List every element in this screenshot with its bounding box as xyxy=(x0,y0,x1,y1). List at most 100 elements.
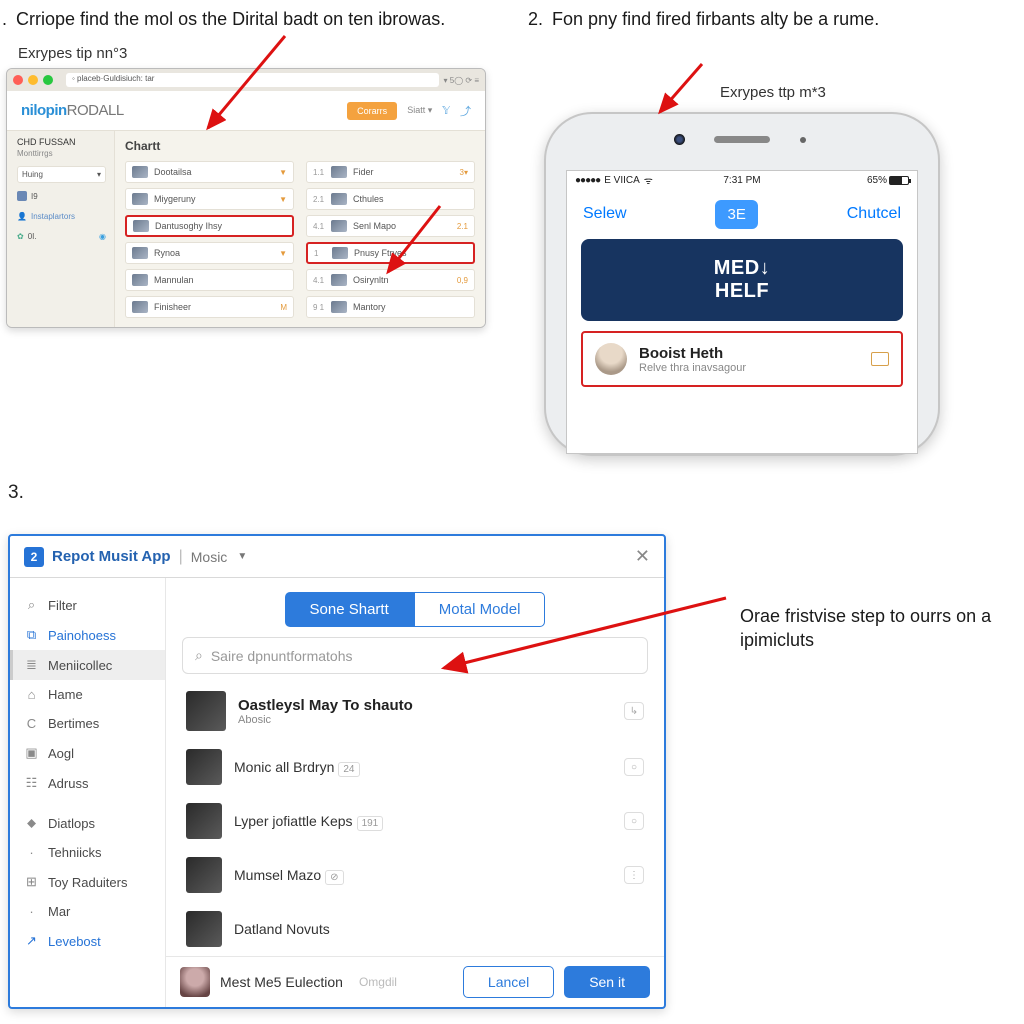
cell-value: 2.1 xyxy=(457,222,468,231)
result-action-icon[interactable]: ○ xyxy=(624,812,644,830)
sidebar-item-icon: ⧉ xyxy=(24,627,39,643)
nav-title-badge[interactable]: 3E xyxy=(715,200,757,229)
thumb-icon xyxy=(331,193,347,205)
cell-label: Senl Mapo xyxy=(353,221,396,231)
nav-bar: Selew 3E Chutcel xyxy=(567,193,917,235)
result-row[interactable]: Oastleysl May To shautoAbosic↳ xyxy=(172,682,658,740)
result-row[interactable]: Mumsel Mazo⊘⋮ xyxy=(172,848,658,902)
sidebar-item[interactable]: ⧉Painohoess xyxy=(10,620,165,650)
result-action-icon[interactable]: ↳ xyxy=(624,702,644,720)
cell-index: 9 1 xyxy=(313,303,325,312)
account-dropdown[interactable]: Siatt ▾ xyxy=(407,105,432,116)
dropdown-icon[interactable]: ▼ xyxy=(237,551,247,562)
sidebar-item[interactable]: 👤Instaplartors xyxy=(17,209,106,224)
nav-back-button[interactable]: Selew xyxy=(583,205,627,223)
result-thumb-icon xyxy=(186,691,226,731)
browser-titlebar: ◦ placeb·Guldisiuch: tar ▾ 5◯ ⟳ ≡ xyxy=(7,69,485,91)
sidebar-item[interactable]: ⌂Hame xyxy=(10,680,165,709)
window-min-icon[interactable] xyxy=(28,75,38,85)
result-row[interactable]: Monic all Brdryn24○ xyxy=(172,740,658,794)
window-max-icon[interactable] xyxy=(43,75,53,85)
close-icon[interactable]: ✕ xyxy=(635,546,650,567)
chart-cell[interactable]: Miygeruny▼ xyxy=(125,188,294,210)
chart-cell[interactable]: Mannulan xyxy=(125,269,294,291)
cell-label: Cthules xyxy=(353,194,384,204)
tab-active[interactable]: Sone Shartt xyxy=(285,592,414,627)
phone-frame: ●●●●● E VIICA ᯤ 7:31 PM 65% Selew 3E Chu… xyxy=(544,112,940,456)
thumb-icon xyxy=(331,274,347,286)
sidebar-item-icon: · xyxy=(24,845,39,860)
chart-cell[interactable]: 2.1Cthules xyxy=(306,188,475,210)
thumb-icon xyxy=(332,247,348,259)
sidebar-item[interactable]: ✿0I.◉ xyxy=(17,229,106,244)
thumb-icon xyxy=(331,220,347,232)
chart-cell[interactable]: Rynoa▼ xyxy=(125,242,294,264)
toolbar-right[interactable]: ▾ 5◯ ⟳ ≡ xyxy=(444,76,479,85)
search-input[interactable]: ⌕ Saire dpnuntformatohs xyxy=(182,637,648,674)
tab-inactive[interactable]: Motal Model xyxy=(414,592,546,627)
result-pill: ⊘ xyxy=(325,870,343,885)
thumb-icon xyxy=(133,220,149,232)
sidebar-item[interactable]: ⊞Toy Raduiters xyxy=(10,867,165,897)
sidebar-item[interactable]: CBertimes xyxy=(10,709,165,738)
send-button[interactable]: Sen it xyxy=(564,966,650,998)
thumb-icon xyxy=(132,166,148,178)
chart-cell[interactable]: 1Pnusy Ftryes xyxy=(306,242,475,264)
twitter-icon[interactable]: 𝕐 xyxy=(442,104,450,117)
sidebar-item[interactable]: ·Mar xyxy=(10,897,165,926)
search-wrap: ⌕ Saire dpnuntformatohs xyxy=(182,637,648,674)
logo-part-a: nilopin xyxy=(21,102,67,119)
chart-cell[interactable]: Dootailsa ▼ xyxy=(125,161,294,183)
window-close-icon[interactable] xyxy=(13,75,23,85)
dialog-subtitle: Mosic xyxy=(191,549,228,565)
sidebar-item[interactable]: ▣Aogl xyxy=(10,738,165,768)
result-list: Oastleysl May To shautoAbosic↳Monic all … xyxy=(166,682,664,956)
sidebar-item[interactable]: ≣Meniicollec xyxy=(10,650,165,680)
share-icon[interactable]: ⤴ xyxy=(460,103,471,119)
nav-cancel-button[interactable]: Chutcel xyxy=(847,205,901,223)
chart-cell[interactable]: 9 1Mantory xyxy=(306,296,475,318)
sidebar-item[interactable]: ·Tehniicks xyxy=(10,838,165,867)
result-row[interactable]: Datland Novuts xyxy=(172,902,658,956)
cell-label: Rynoa xyxy=(154,248,180,258)
result-action-icon[interactable]: ⋮ xyxy=(624,866,644,884)
step2-tip: Exrypes ttp m*3 xyxy=(720,84,826,101)
sidebar-item[interactable]: ☷Adruss xyxy=(10,768,165,798)
site-logo: nilopinRODALL xyxy=(21,102,124,119)
dialog-titlebar: 2 Repot Musit App | Mosic ▼ ✕ xyxy=(10,536,664,578)
cell-value: M xyxy=(280,303,287,312)
dialog-title: Repot Musit App xyxy=(52,548,171,565)
sidebar-item-icon: ☷ xyxy=(24,775,39,791)
chart-cell[interactable]: FinisheerM xyxy=(125,296,294,318)
profile-card[interactable]: Booist Heth Relve thra inavsagour xyxy=(581,331,903,387)
cancel-button[interactable]: Lancel xyxy=(463,966,554,998)
sidebar-item[interactable]: I9 xyxy=(17,188,106,204)
sidebar-item[interactable]: ⌕Filter xyxy=(10,590,165,620)
folder-icon xyxy=(17,191,27,201)
address-bar[interactable]: ◦ placeb·Guldisiuch: tar xyxy=(66,73,439,87)
sidebar-item[interactable]: ⬥Diatlops xyxy=(10,808,165,838)
browser-window: ◦ placeb·Guldisiuch: tar ▾ 5◯ ⟳ ≡ nilopi… xyxy=(6,68,486,328)
footer-name: Mest Me5 Eulection xyxy=(220,974,343,990)
sidebar-item-label: Levebost xyxy=(48,934,101,949)
chart-cell[interactable]: 4.1Senl Mapo2.1 xyxy=(306,215,475,237)
chart-cell[interactable]: 1.1Fider3▾ xyxy=(306,161,475,183)
cell-label: Fider xyxy=(353,167,374,177)
primary-button[interactable]: Corarrs xyxy=(347,102,397,120)
cell-label: Dootailsa xyxy=(154,167,192,177)
page-header: nilopinRODALL Corarrs Siatt ▾ 𝕐 ⤴ xyxy=(7,91,485,131)
chart-cell[interactable]: 4.1Osirynltn0,9 xyxy=(306,269,475,291)
result-action-icon[interactable]: ○ xyxy=(624,758,644,776)
sidebar-item-icon: ↗ xyxy=(24,933,39,949)
phone-speaker-icon xyxy=(714,136,770,143)
sidebar-item-label: Mar xyxy=(48,904,70,919)
sidebar-item[interactable]: ↗ Levebost xyxy=(10,926,165,956)
cell-value: ▼ xyxy=(279,168,287,177)
result-row[interactable]: Lyper jofiattle Keps191○ xyxy=(172,794,658,848)
card-text: Booist Heth Relve thra inavsagour xyxy=(639,345,746,374)
result-sub: Abosic xyxy=(238,714,413,726)
sidebar-item[interactable]: Huing▾ xyxy=(17,166,106,183)
chart-cell[interactable]: Dantusoghy Ihsy xyxy=(125,215,294,237)
sidebar-item-label: Hame xyxy=(48,687,83,702)
sidebar-item-icon: ⌕ xyxy=(24,597,39,613)
